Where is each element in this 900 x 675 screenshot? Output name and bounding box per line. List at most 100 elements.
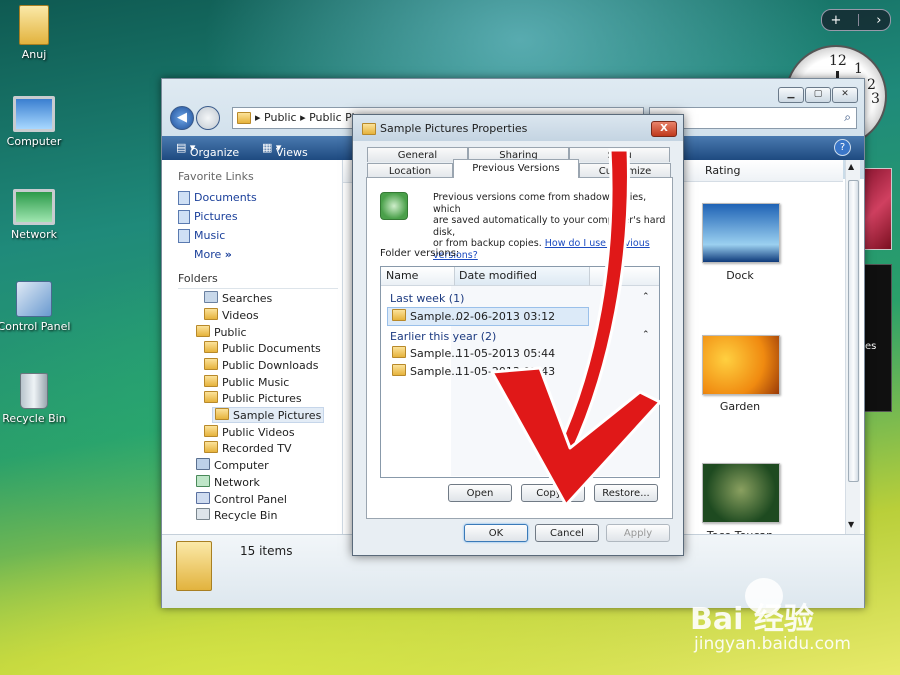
more-link[interactable]: More » xyxy=(194,248,232,261)
version-row-selected[interactable]: Sample... 02-06-2013 03:12 xyxy=(387,307,589,326)
copy-button[interactable]: Copy... xyxy=(521,484,585,502)
divider xyxy=(858,14,860,26)
favorite-link[interactable]: Documents xyxy=(194,191,257,204)
tree-item[interactable]: Public Music xyxy=(204,375,289,389)
music-icon xyxy=(178,229,190,243)
back-button[interactable]: ◀ xyxy=(170,106,194,130)
scroll-down-icon[interactable]: ▼ xyxy=(848,520,854,529)
tab-previous-versions[interactable]: Previous Versions xyxy=(453,159,579,178)
column-header-date[interactable]: Date modified xyxy=(455,267,590,286)
thumbnail-garden[interactable] xyxy=(702,335,780,395)
tree-item[interactable]: Videos xyxy=(204,308,259,322)
slideshow-gadget xyxy=(862,168,892,250)
sidebar-gadget-controls[interactable]: + › xyxy=(821,9,891,31)
open-button[interactable]: Open xyxy=(448,484,512,502)
desktop-icon-control-panel[interactable]: Control Panel xyxy=(0,281,74,333)
ok-button[interactable]: OK xyxy=(464,524,528,542)
thumbnail-dock[interactable] xyxy=(702,203,780,263)
chevron-right-icon[interactable]: › xyxy=(876,13,881,28)
control-panel-icon xyxy=(16,281,52,317)
apply-button[interactable]: Apply xyxy=(606,524,670,542)
desktop-icon-user-folder[interactable]: Anuj xyxy=(0,5,74,61)
tree-item[interactable]: Recycle Bin xyxy=(196,508,277,522)
thumbnail-label: Garden xyxy=(719,400,761,413)
network-icon xyxy=(13,189,55,225)
breadcrumb-item[interactable]: Public Pi xyxy=(309,111,355,124)
properties-dialog[interactable]: Sample Pictures Properties X General Sha… xyxy=(352,114,684,556)
column-header-name[interactable]: Name xyxy=(381,267,455,286)
folder-icon xyxy=(362,123,376,135)
breadcrumb-item[interactable]: Public xyxy=(264,111,297,124)
favorite-links-heading: Favorite Links xyxy=(178,170,254,183)
thumbnail-toucan[interactable] xyxy=(702,463,780,523)
group-header[interactable]: Earlier this year (2) xyxy=(390,330,496,343)
tree-item[interactable]: Recorded TV xyxy=(204,441,292,455)
group-header[interactable]: Last week (1) xyxy=(390,292,464,305)
favorite-link[interactable]: Pictures xyxy=(194,210,238,223)
folders-divider xyxy=(178,288,338,289)
organize-button[interactable]: ▤ Organize ▾ xyxy=(176,141,239,159)
dialog-titlebar[interactable]: Sample Pictures Properties X xyxy=(353,115,683,141)
tree-item[interactable]: Public Videos xyxy=(204,425,295,439)
favorite-link[interactable]: Music xyxy=(194,229,225,242)
folders-heading[interactable]: Folders xyxy=(178,272,218,285)
version-row[interactable]: Sample... 11-05-2013 05:44 xyxy=(387,345,587,362)
computer-icon xyxy=(13,96,55,132)
tree-item[interactable]: Public xyxy=(196,325,247,339)
feed-text: es xyxy=(865,341,877,352)
pictures-icon xyxy=(178,210,190,224)
views-button[interactable]: ▦ Views ▾ xyxy=(262,141,308,159)
breadcrumb: ▸ Public ▸ Public Pi xyxy=(255,111,355,124)
tab-customize[interactable]: Customize xyxy=(579,163,671,178)
navigation-pane: Favorite Links Documents Pictures Music … xyxy=(162,160,343,534)
info-text: Previous versions come from shadow copie… xyxy=(433,192,666,261)
tree-item-selected[interactable]: Sample Pictures xyxy=(212,407,325,423)
close-button[interactable]: X xyxy=(651,121,677,137)
close-button[interactable]: ✕ xyxy=(832,87,858,103)
versions-list[interactable]: Name Date modified Last week (1) ⌃ Sampl… xyxy=(380,266,660,478)
tree-item[interactable]: Public Pictures xyxy=(204,391,302,405)
thumbnail-label: Dock xyxy=(726,269,754,282)
desktop-icon-label: Anuj xyxy=(21,48,47,61)
tree-item[interactable]: Control Panel xyxy=(196,492,287,506)
tree-item[interactable]: Searches xyxy=(204,291,272,305)
search-icon[interactable]: ⌕ xyxy=(844,110,851,125)
desktop-icon-label: Computer xyxy=(6,135,62,148)
tree-item[interactable]: Network xyxy=(196,475,260,489)
previous-versions-panel: Previous versions come from shadow copie… xyxy=(366,177,673,519)
scroll-up-icon[interactable]: ▲ xyxy=(848,162,854,171)
help-icon[interactable]: ? xyxy=(834,139,851,156)
desktop-icon-label: Network xyxy=(11,228,57,241)
tree-item[interactable]: Public Documents xyxy=(204,341,321,355)
folder-icon xyxy=(237,112,251,124)
folder-versions-label: Folder versions: xyxy=(380,248,460,259)
forward-button[interactable] xyxy=(196,106,220,130)
column-header-rating[interactable]: Rating xyxy=(683,160,843,182)
desktop-icon-network[interactable]: Network xyxy=(0,189,74,241)
recycle-bin-icon xyxy=(20,373,48,409)
tree-item[interactable]: Computer xyxy=(196,458,269,472)
folder-large-icon xyxy=(176,541,212,591)
add-gadget-icon[interactable]: + xyxy=(830,13,841,28)
cancel-button[interactable]: Cancel xyxy=(535,524,599,542)
tab-location[interactable]: Location xyxy=(367,163,453,178)
watermark-url: jingyan.baidu.com xyxy=(694,634,851,654)
clock-number: 1 xyxy=(854,61,863,77)
tree-item[interactable]: Public Downloads xyxy=(204,358,318,372)
tab-security[interactable]: Secu xyxy=(569,147,670,162)
vertical-scrollbar[interactable]: ▲ ▼ xyxy=(845,160,860,534)
collapse-icon[interactable]: ⌃ xyxy=(642,292,650,302)
minimize-button[interactable]: ▁ xyxy=(778,87,804,103)
version-row[interactable]: Sample... 11-05-2013 05:43 xyxy=(387,363,587,380)
clock-number: 12 xyxy=(829,53,847,69)
maximize-button[interactable]: ▢ xyxy=(805,87,831,103)
collapse-icon[interactable]: ⌃ xyxy=(642,330,650,340)
scroll-thumb[interactable] xyxy=(848,180,859,482)
restore-button[interactable]: Restore... xyxy=(594,484,658,502)
paw-icon xyxy=(745,578,783,614)
desktop-icon-recycle-bin[interactable]: Recycle Bin xyxy=(0,373,74,425)
clock-number: 3 xyxy=(871,91,880,107)
feed-gadget: es xyxy=(862,264,892,412)
desktop-icon-computer[interactable]: Computer xyxy=(0,96,74,148)
help-link[interactable]: How do I use previous xyxy=(545,238,650,249)
